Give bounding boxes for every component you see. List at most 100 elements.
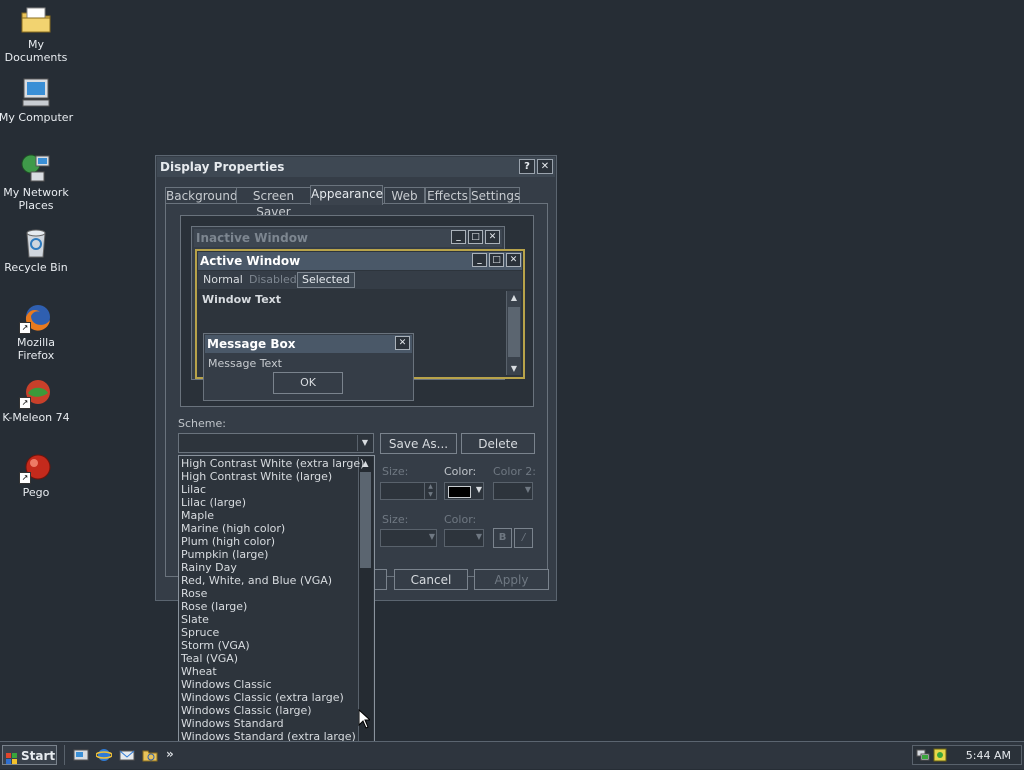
font-color-picker[interactable]: ▼: [444, 529, 484, 547]
scheme-combobox[interactable]: ▼: [178, 433, 374, 453]
desktop-icon-pego[interactable]: ↗ Pego: [0, 452, 74, 499]
scheme-list-item[interactable]: Maple: [181, 509, 214, 522]
close-icon: ✕: [395, 336, 410, 350]
preview-window-text: Window Text: [202, 293, 282, 306]
shortcut-arrow-icon: ↗: [19, 397, 31, 409]
chevron-down-icon: ▼: [524, 485, 531, 494]
system-tray: 5:44 AM: [912, 745, 1022, 765]
scheme-list-item[interactable]: Windows Standard: [181, 717, 284, 730]
item-color2-picker[interactable]: ▼: [493, 482, 533, 500]
scheme-list-item[interactable]: Spruce: [181, 626, 219, 639]
tab-effects[interactable]: Effects: [425, 187, 470, 204]
delete-button[interactable]: Delete: [461, 433, 535, 454]
k-meleon-icon: ↗: [19, 377, 53, 409]
scheme-list-item[interactable]: High Contrast White (extra large): [181, 457, 364, 470]
apply-button[interactable]: Apply: [474, 569, 549, 590]
tab-background[interactable]: Background: [165, 187, 238, 204]
internet-explorer-icon[interactable]: [95, 747, 113, 763]
minimize-icon: _: [472, 253, 487, 267]
scheme-list-item[interactable]: Red, White, and Blue (VGA): [181, 574, 332, 587]
show-desktop-icon[interactable]: [73, 747, 89, 763]
desktop-icon-k-meleon[interactable]: ↗ K-Meleon 74: [0, 377, 74, 424]
italic-button[interactable]: /: [514, 528, 533, 548]
network-tray-icon[interactable]: [916, 748, 930, 762]
preview-inactive-title: Inactive Window: [196, 231, 309, 245]
scheme-list-item[interactable]: Rose (large): [181, 600, 247, 613]
scheme-list-item[interactable]: Wheat: [181, 665, 217, 678]
desktop-icon-my-network-places[interactable]: My Network Places: [0, 152, 74, 212]
firefox-icon: ↗: [19, 302, 53, 334]
scheme-preview: Inactive Window _ □ ✕ Active Window _ □ …: [180, 215, 534, 407]
scheme-list-item[interactable]: Slate: [181, 613, 209, 626]
scheme-list-item[interactable]: Pumpkin (large): [181, 548, 268, 561]
scheme-list-item[interactable]: Storm (VGA): [181, 639, 250, 652]
mouse-cursor-icon: [358, 709, 370, 729]
taskbar: Start » 5:44 AM: [0, 741, 1024, 769]
shortcut-arrow-icon: ↗: [19, 472, 31, 484]
window-titlebar[interactable]: Display Properties ? ✕: [157, 157, 555, 177]
preview-scrollbar: ▲ ▼: [506, 291, 521, 375]
font-size-select[interactable]: ▼: [380, 529, 437, 547]
scheme-list-item[interactable]: Marine (high color): [181, 522, 285, 535]
scheme-list-item[interactable]: Windows Classic (large): [181, 704, 312, 717]
scheme-list-item[interactable]: Teal (VGA): [181, 652, 238, 665]
tab-appearance[interactable]: Appearance: [310, 185, 383, 205]
window-title: Display Properties: [160, 160, 285, 174]
scheme-list-item[interactable]: High Contrast White (large): [181, 470, 332, 483]
preview-msgbox-titlebar: Message Box: [205, 335, 412, 353]
spinner-arrows-icon: ▲ ▼: [424, 483, 436, 499]
tab-settings[interactable]: Settings: [470, 187, 520, 204]
dropdown-scrollbar[interactable]: ▲ ▼: [358, 457, 373, 751]
preview-menu-disabled: Disabled: [249, 273, 297, 286]
desktop-icon-recycle-bin[interactable]: Recycle Bin: [0, 227, 74, 274]
minimize-icon: _: [451, 230, 466, 244]
taskbar-separator: [64, 745, 67, 765]
shortcut-arrow-icon: ↗: [19, 322, 31, 334]
cancel-button[interactable]: Cancel: [394, 569, 468, 590]
scheme-list-item[interactable]: Rainy Day: [181, 561, 237, 574]
item-color-picker[interactable]: ▼: [444, 482, 484, 500]
outlook-express-icon[interactable]: [119, 747, 135, 763]
scheme-dropdown-list[interactable]: ▲ ▼ High Contrast White (extra large)Hig…: [178, 455, 375, 756]
bold-button[interactable]: B: [493, 528, 512, 548]
tab-web[interactable]: Web: [384, 187, 425, 204]
desktop-icon-label: My Network Places: [3, 186, 69, 212]
preview-menubar: Normal Disabled Selected: [198, 271, 522, 289]
item-size-spinner[interactable]: ▲ ▼: [380, 482, 437, 500]
chevron-down-icon: ▼: [475, 532, 482, 541]
explorer-folder-icon[interactable]: [142, 747, 158, 763]
chevron-down-icon: ▼: [428, 532, 435, 541]
start-button[interactable]: Start: [2, 745, 57, 765]
quick-launch-chevron[interactable]: »: [166, 747, 174, 761]
scheme-list-item[interactable]: Lilac (large): [181, 496, 246, 509]
scheme-list-item[interactable]: Lilac: [181, 483, 206, 496]
scheme-list-item[interactable]: Plum (high color): [181, 535, 275, 548]
preview-message-box: Message Box ✕ Message Text OK: [203, 333, 414, 401]
chevron-down-icon[interactable]: ▼: [357, 435, 372, 451]
scheme-list-item[interactable]: Rose: [181, 587, 207, 600]
security-tray-icon[interactable]: [933, 748, 947, 762]
scheme-list-item[interactable]: Windows Classic: [181, 678, 272, 691]
font-color-label: Color:: [444, 513, 477, 526]
clock: 5:44 AM: [965, 749, 1011, 762]
preview-msgbox-text: Message Text: [208, 357, 282, 370]
preview-msgbox-title: Message Box: [207, 337, 296, 351]
folder-documents-icon: [19, 4, 53, 36]
tab-screen-saver[interactable]: Screen Saver: [236, 187, 311, 219]
scroll-thumb[interactable]: [360, 472, 371, 568]
save-as-button[interactable]: Save As...: [380, 433, 457, 454]
pego-icon: ↗: [19, 452, 53, 484]
preview-active-title: Active Window: [200, 254, 301, 268]
item-color-label: Color:: [444, 465, 477, 478]
scheme-list-item[interactable]: Windows Classic (extra large): [181, 691, 344, 704]
scroll-down-icon: ▼: [510, 364, 518, 373]
item-size-label: Size:: [382, 465, 409, 478]
desktop-icon-my-computer[interactable]: My Computer: [0, 77, 74, 124]
maximize-icon: □: [468, 230, 483, 244]
close-button[interactable]: ✕: [537, 159, 553, 174]
help-button[interactable]: ?: [519, 159, 535, 174]
desktop-icon-label: Mozilla Firefox: [17, 336, 55, 362]
font-size-label: Size:: [382, 513, 409, 526]
desktop-icon-my-documents[interactable]: My Documents: [0, 4, 74, 64]
desktop-icon-mozilla-firefox[interactable]: ↗ Mozilla Firefox: [0, 302, 74, 362]
